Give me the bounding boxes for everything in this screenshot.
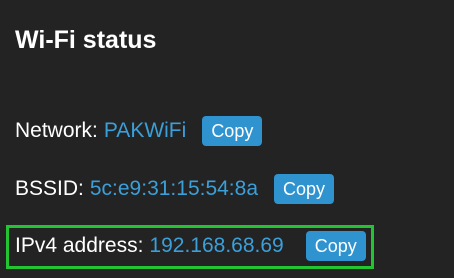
network-label: Network:: [15, 119, 98, 142]
network-row: Network: PAKWiFi Copy: [15, 114, 263, 148]
copy-ipv4-button[interactable]: Copy: [305, 231, 366, 261]
bssid-label: BSSID:: [15, 177, 84, 200]
ipv4-value: 192.168.68.69: [149, 234, 284, 257]
panel-title: Wi-Fi status: [15, 26, 157, 54]
ipv4-row: IPv4 address: 192.168.68.69 Copy: [15, 229, 366, 263]
copy-bssid-button[interactable]: Copy: [274, 174, 335, 204]
copy-network-button[interactable]: Copy: [202, 116, 263, 146]
bssid-value: 5c:e9:31:15:54:8a: [89, 177, 259, 200]
network-value: PAKWiFi: [103, 119, 187, 142]
bssid-row: BSSID: 5c:e9:31:15:54:8a Copy: [15, 172, 335, 206]
ipv4-label: IPv4 address:: [15, 234, 144, 257]
